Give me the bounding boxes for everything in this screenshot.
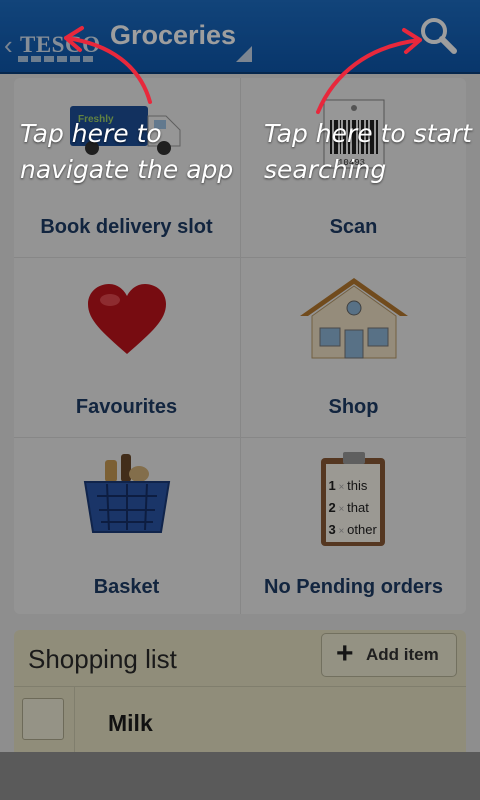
bottom-strip: [0, 752, 480, 800]
hint-search: Tap here to start searching: [264, 119, 472, 184]
hint-navigate: Tap here to navigate the app: [20, 119, 234, 184]
